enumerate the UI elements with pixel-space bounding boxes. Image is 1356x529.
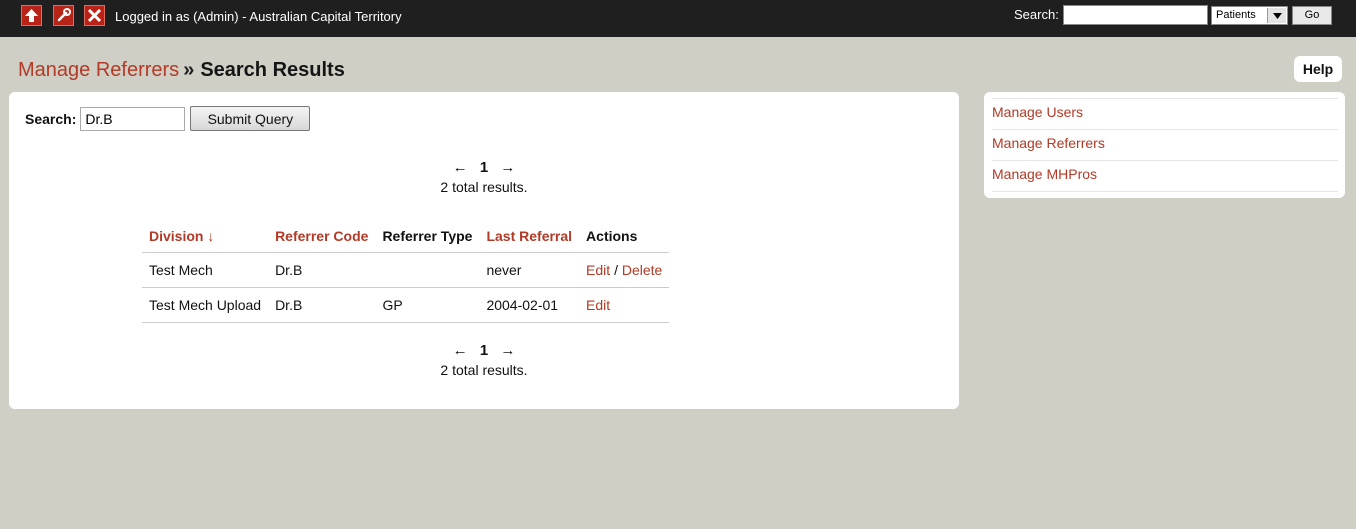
header-referrer-code[interactable]: Referrer Code xyxy=(268,220,376,253)
results-table: Division ↓ Referrer Code Referrer Type L… xyxy=(142,220,670,323)
edit-link[interactable]: Edit xyxy=(586,262,610,278)
global-search-label: Search: xyxy=(1014,7,1059,22)
cell-last-referral: 2004-02-01 xyxy=(479,287,580,323)
sidebar-link-manage-referrers[interactable]: Manage Referrers xyxy=(992,135,1105,151)
top-bar: Logged in as (Admin) - Australian Capita… xyxy=(0,0,1356,37)
prev-page-arrow[interactable]: ← xyxy=(453,342,468,359)
search-input[interactable] xyxy=(80,106,186,131)
table-row: Test Mech Upload Dr.B GP 2004-02-01 Edit xyxy=(142,287,670,323)
cell-referrer-code: Dr.B xyxy=(268,252,376,288)
go-button[interactable]: Go xyxy=(1292,6,1332,25)
search-type-value: Patients xyxy=(1216,9,1256,21)
sidebar-link-manage-mhpros[interactable]: Manage MHPros xyxy=(992,166,1097,182)
sidebar: Manage Users Manage Referrers Manage MHP… xyxy=(984,92,1345,198)
page-number: 1 xyxy=(479,159,489,176)
pagination-top: ← 1 → 2 total results. xyxy=(9,159,959,195)
breadcrumb-separator: » xyxy=(183,59,195,81)
submit-query-button[interactable]: Submit Query xyxy=(190,106,311,131)
search-form: Search: Submit Query xyxy=(25,106,311,131)
search-type-select[interactable]: Patients xyxy=(1211,6,1288,25)
header-referrer-type: Referrer Type xyxy=(375,220,480,253)
pagination-bottom: ← 1 → 2 total results. xyxy=(9,342,959,378)
sidebar-link-manage-users[interactable]: Manage Users xyxy=(992,104,1083,120)
total-results: 2 total results. xyxy=(440,179,528,195)
cell-last-referral: never xyxy=(479,252,580,288)
total-results: 2 total results. xyxy=(440,362,528,378)
table-row: Test Mech Dr.B never Edit / Delete xyxy=(142,252,670,288)
action-separator: / xyxy=(614,262,618,278)
breadcrumb-manage-referrers[interactable]: Manage Referrers xyxy=(18,59,179,81)
home-up-icon[interactable] xyxy=(21,5,42,26)
cell-referrer-type xyxy=(375,252,480,288)
login-status: Logged in as (Admin) - Australian Capita… xyxy=(115,9,402,24)
cell-actions: Edit xyxy=(579,287,670,323)
results-panel: Search: Submit Query ← 1 → 2 total resul… xyxy=(9,92,959,409)
global-search-input[interactable] xyxy=(1063,5,1208,25)
next-page-arrow[interactable]: → xyxy=(500,159,515,176)
sidebar-item-manage-mhpros: Manage MHPros xyxy=(992,161,1338,192)
close-icon[interactable] xyxy=(84,5,105,26)
header-last-referral[interactable]: Last Referral xyxy=(479,220,580,253)
edit-link[interactable]: Edit xyxy=(586,297,610,313)
prev-page-arrow[interactable]: ← xyxy=(453,159,468,176)
cell-actions: Edit / Delete xyxy=(579,252,670,288)
table-header-row: Division ↓ Referrer Code Referrer Type L… xyxy=(142,220,670,253)
cell-division: Test Mech Upload xyxy=(142,287,269,323)
search-label: Search: xyxy=(25,110,77,127)
breadcrumb: Manage Referrers» Search Results xyxy=(18,59,345,82)
sidebar-item-manage-users: Manage Users xyxy=(992,99,1338,130)
chevron-down-icon[interactable] xyxy=(1267,8,1286,23)
wrench-icon[interactable] xyxy=(53,5,74,26)
header-division[interactable]: Division ↓ xyxy=(142,220,269,253)
cell-division: Test Mech xyxy=(142,252,269,288)
delete-link[interactable]: Delete xyxy=(622,262,662,278)
cell-referrer-code: Dr.B xyxy=(268,287,376,323)
header-actions: Actions xyxy=(579,220,670,253)
cell-referrer-type: GP xyxy=(375,287,480,323)
sidebar-menu: Manage Users Manage Referrers Manage MHP… xyxy=(992,98,1338,192)
help-button[interactable]: Help xyxy=(1294,56,1342,82)
next-page-arrow[interactable]: → xyxy=(500,342,515,359)
page-title: Search Results xyxy=(200,59,345,81)
sidebar-item-manage-referrers: Manage Referrers xyxy=(992,130,1338,161)
page-number: 1 xyxy=(479,342,489,359)
